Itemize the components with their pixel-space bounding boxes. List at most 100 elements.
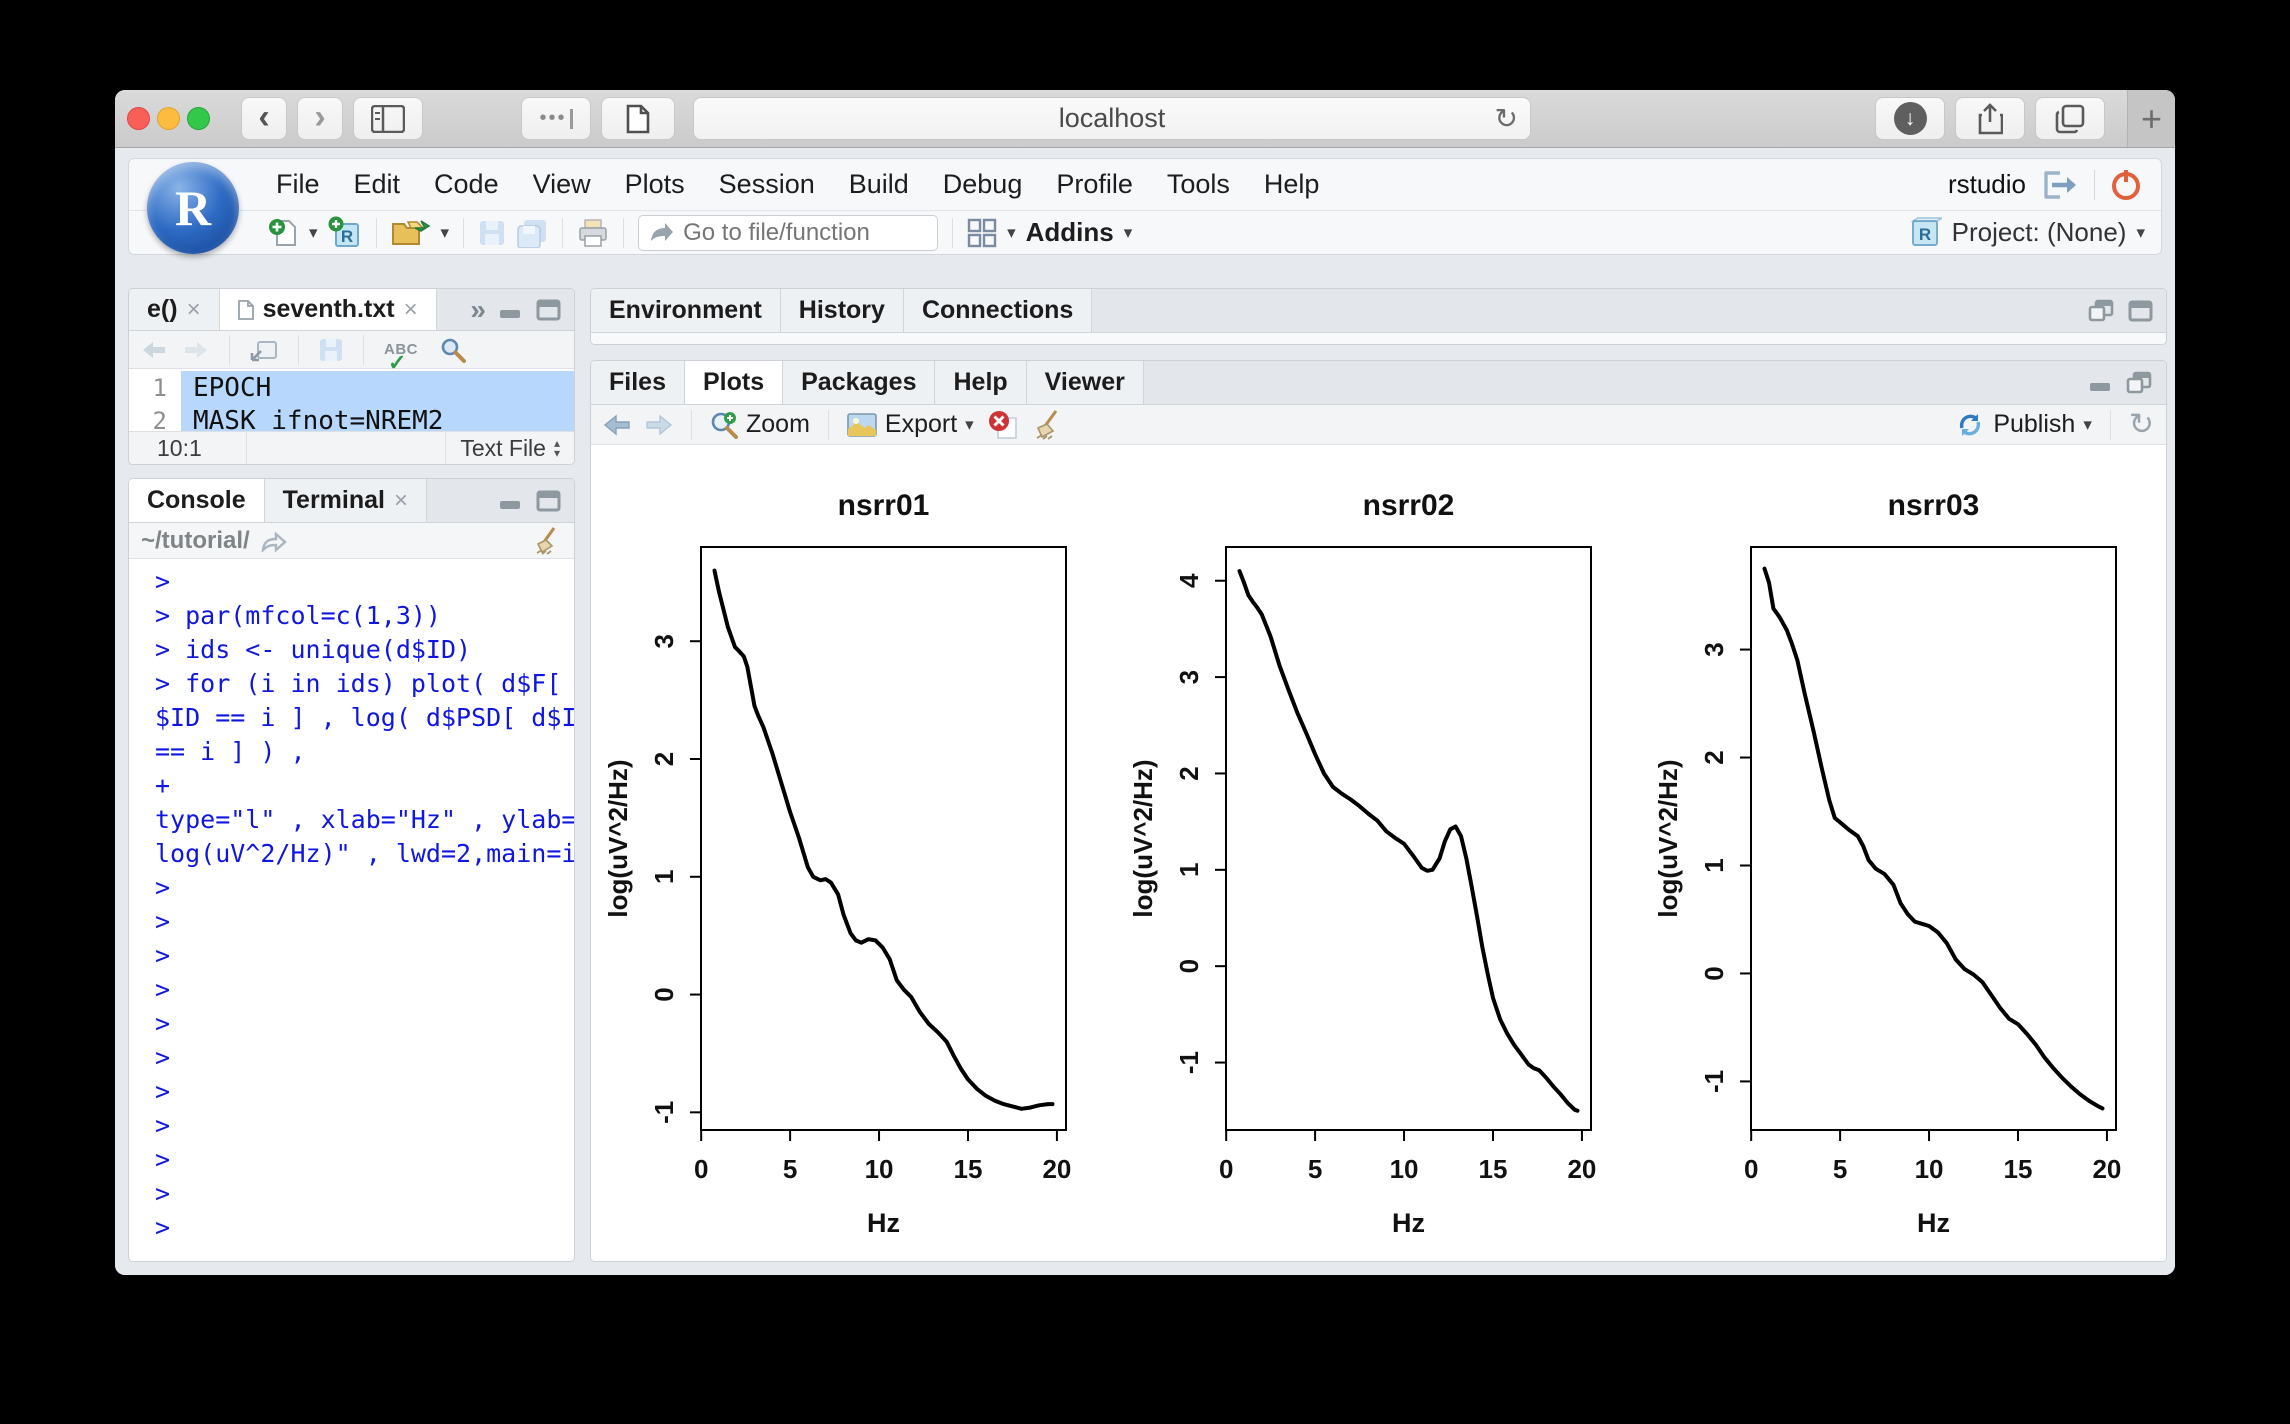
plots-toolbar: Zoom Export ▾ — [591, 405, 2166, 445]
export-plot-button[interactable]: Export ▾ — [847, 410, 974, 439]
cursor-position[interactable]: 10:1 — [129, 432, 247, 464]
code-editor[interactable]: 1 EPOCH 2 MASK ifnot=NREM2 — [129, 369, 574, 431]
menu-item[interactable]: Tools — [1150, 169, 1247, 200]
console-line: > — [155, 1177, 574, 1211]
restore-pane-icon[interactable] — [2088, 299, 2116, 323]
share-button[interactable] — [1955, 97, 2025, 140]
sign-out-button[interactable] — [2040, 169, 2080, 201]
forward-icon[interactable] — [183, 340, 209, 360]
refresh-plots-icon[interactable]: ↻ — [2129, 407, 2154, 442]
dots-icon: ••• — [539, 107, 572, 130]
svg-text:3: 3 — [649, 634, 679, 648]
addins-caret[interactable]: ▾ — [1124, 223, 1133, 243]
plot-nsrr03: 05101520-10123nsrr03Hzlog(uV^2/Hz) — [1641, 445, 2166, 1259]
file-type-selector[interactable]: Text File ▴▾ — [446, 435, 574, 462]
menu-item[interactable]: View — [516, 169, 608, 200]
tab-label: Plots — [703, 368, 764, 397]
source-tab-e[interactable]: e() × — [129, 289, 220, 330]
svg-text:nsrr02: nsrr02 — [1363, 489, 1455, 522]
goto-file-input[interactable] — [638, 215, 938, 251]
menu-item[interactable]: Plots — [608, 169, 702, 200]
close-icon[interactable]: × — [404, 296, 418, 324]
tab-environment[interactable]: Environment — [591, 289, 781, 332]
menu-item[interactable]: File — [259, 169, 337, 200]
tab-history[interactable]: History — [781, 289, 904, 332]
tab-files[interactable]: Files — [591, 361, 685, 404]
save-button[interactable] — [478, 219, 506, 247]
tab-help[interactable]: Help — [935, 361, 1026, 404]
quit-session-button[interactable] — [2109, 168, 2143, 202]
tab-console[interactable]: Console — [129, 479, 265, 522]
restore-pane-icon[interactable] — [2126, 371, 2154, 395]
tab-packages[interactable]: Packages — [783, 361, 935, 404]
back-icon[interactable] — [141, 340, 167, 360]
save-icon[interactable] — [319, 338, 343, 362]
minimize-window-button[interactable] — [157, 107, 180, 130]
more-tabs-icon[interactable]: » — [470, 294, 486, 326]
menu-item[interactable]: Profile — [1039, 169, 1150, 200]
svg-text:log(uV^2/Hz): log(uV^2/Hz) — [1128, 759, 1158, 917]
previous-plot-icon[interactable] — [603, 414, 631, 436]
new-project-icon: R — [328, 216, 362, 250]
menu-item[interactable]: Build — [832, 169, 926, 200]
menu-item[interactable]: Edit — [337, 169, 418, 200]
menu-item[interactable]: Help — [1247, 169, 1337, 200]
minimize-pane-icon[interactable] — [498, 300, 524, 320]
console-line: + — [155, 769, 574, 803]
tab-plots[interactable]: Plots — [685, 361, 783, 404]
address-bar[interactable]: localhost ↻ — [693, 97, 1531, 140]
open-file-caret[interactable]: ▾ — [441, 223, 450, 243]
clear-console-icon[interactable] — [532, 526, 562, 556]
print-button[interactable] — [577, 218, 609, 248]
open-file-button[interactable] — [391, 218, 431, 248]
new-tab-button[interactable]: + — [2127, 90, 2175, 147]
close-icon[interactable]: × — [187, 296, 201, 324]
maximize-pane-icon[interactable] — [536, 490, 562, 512]
maximize-pane-icon[interactable] — [536, 299, 562, 321]
search-icon[interactable] — [440, 337, 466, 363]
remove-plot-icon — [988, 410, 1018, 440]
tab-viewer[interactable]: Viewer — [1027, 361, 1144, 404]
save-all-button[interactable] — [516, 218, 548, 248]
browser-forward-button[interactable]: › — [297, 97, 343, 140]
tabs-overview-button[interactable] — [2035, 97, 2105, 140]
zoom-plot-button[interactable]: Zoom — [710, 410, 810, 439]
clear-all-plots-icon[interactable] — [1032, 409, 1062, 441]
sidebar-toggle-button[interactable] — [353, 97, 423, 140]
spellcheck-button[interactable]: ABC ✓ — [384, 341, 418, 358]
remove-plot-button[interactable] — [988, 410, 1018, 440]
tab-connections[interactable]: Connections — [904, 289, 1092, 332]
zoom-window-button[interactable] — [187, 107, 210, 130]
source-tab-seventh[interactable]: seventh.txt × — [220, 289, 437, 330]
tab-terminal[interactable]: Terminal × — [265, 479, 427, 522]
menu-item[interactable]: Debug — [926, 169, 1040, 200]
reload-icon[interactable]: ↻ — [1495, 102, 1518, 135]
svg-text:3: 3 — [1699, 642, 1729, 656]
new-page-button[interactable] — [601, 97, 675, 140]
panes-caret[interactable]: ▾ — [1007, 223, 1016, 243]
console-output[interactable]: >> par(mfcol=c(1,3))> ids <- unique(d$ID… — [129, 559, 574, 1261]
new-file-caret[interactable]: ▾ — [309, 223, 318, 243]
menu-item[interactable]: Code — [417, 169, 516, 200]
goto-directory-icon[interactable] — [260, 530, 288, 552]
workspace-panes-button[interactable] — [967, 218, 997, 248]
maximize-pane-icon[interactable] — [2128, 300, 2154, 322]
close-window-button[interactable] — [127, 107, 150, 130]
publish-button[interactable]: Publish ▾ — [1955, 410, 2092, 440]
divider — [2094, 170, 2095, 200]
tab-overview-button[interactable]: ••• — [521, 97, 591, 140]
new-file-button[interactable] — [269, 217, 299, 249]
new-project-button[interactable]: R — [328, 216, 362, 250]
divider — [376, 218, 377, 248]
minimize-pane-icon[interactable] — [498, 491, 524, 511]
minimize-pane-icon[interactable] — [2088, 373, 2114, 393]
downloads-button[interactable]: ↓ — [1875, 97, 1945, 140]
browser-back-button[interactable]: ‹ — [241, 97, 287, 140]
menu-item[interactable]: Session — [702, 169, 832, 200]
close-icon[interactable]: × — [394, 487, 408, 515]
open-in-new-window-icon[interactable] — [250, 338, 278, 362]
addins-button[interactable]: Addins — [1026, 217, 1114, 248]
next-plot-icon[interactable] — [645, 414, 673, 436]
project-selector[interactable]: R Project: (None) ▾ — [1908, 216, 2161, 250]
console-line: > — [155, 905, 574, 939]
